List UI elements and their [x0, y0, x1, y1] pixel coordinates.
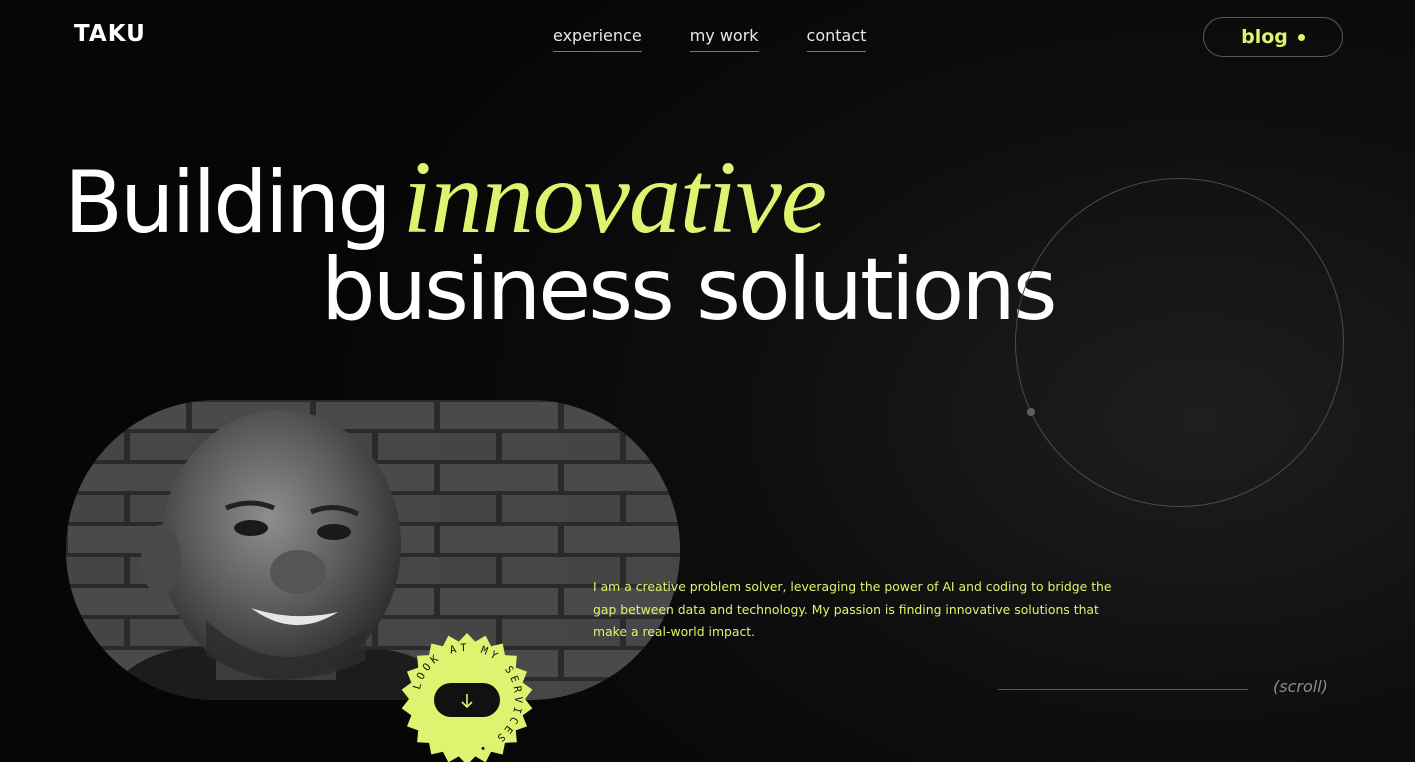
orbit-circle	[1015, 178, 1344, 507]
scroll-label: (scroll)	[1273, 677, 1328, 696]
blog-button-label: blog	[1241, 26, 1288, 48]
hero-heading-line2: business solutions	[321, 240, 1058, 340]
hero-word-innovative: innovative	[402, 140, 827, 255]
bio-text: I am a creative problem solver, leveragi…	[593, 579, 1112, 639]
services-badge[interactable]: LOOK AT MY SERVICES •	[400, 632, 534, 762]
orbit-dot	[1027, 408, 1035, 416]
hero-word-building: Building	[64, 153, 392, 253]
blog-dot-icon	[1297, 33, 1305, 41]
site-logo[interactable]: TAKU	[74, 21, 146, 47]
nav-link-contact[interactable]: contact	[806, 26, 867, 52]
nav-link-experience[interactable]: experience	[553, 26, 642, 52]
hero-heading-line1: Building innovative	[64, 146, 827, 254]
profile-photo	[66, 400, 680, 700]
scroll-line	[998, 689, 1248, 690]
portrait-illustration	[66, 400, 680, 700]
main-nav: experience my work contact	[553, 26, 867, 52]
services-badge-graphic: LOOK AT MY SERVICES •	[401, 633, 533, 762]
blog-button[interactable]: blog	[1203, 17, 1343, 57]
nav-link-my-work[interactable]: my work	[689, 26, 759, 52]
